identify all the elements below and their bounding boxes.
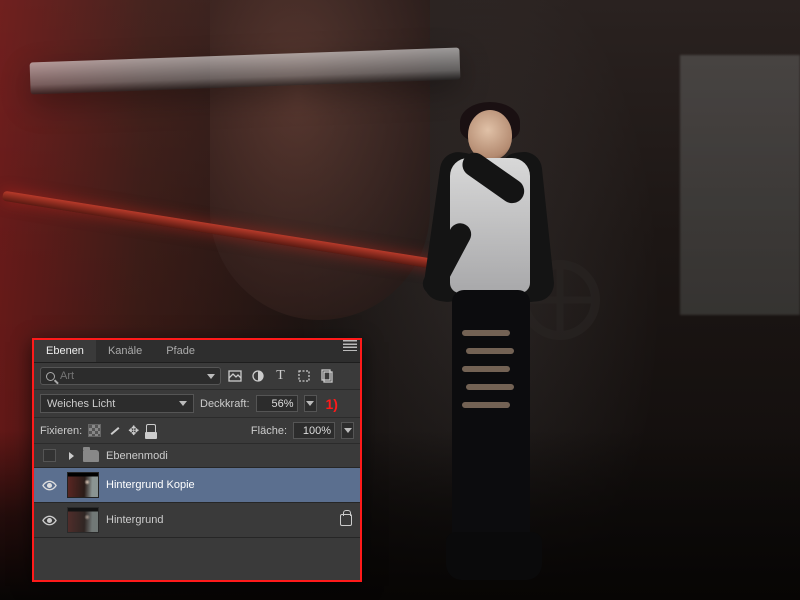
tab-paths[interactable]: Pfade [154,340,207,362]
bg-figure [410,110,580,590]
panel-menu-icon[interactable] [343,340,357,351]
shape-filter-icon[interactable] [296,369,311,384]
lock-transparent-icon[interactable] [88,424,101,437]
chevron-down-icon[interactable] [207,374,215,379]
opacity-input[interactable] [256,395,298,412]
layer-row[interactable]: Hintergrund Kopie [34,468,360,503]
layer-name[interactable]: Hintergrund [106,514,163,526]
layer-filter-search[interactable] [40,367,221,385]
layer-name[interactable]: Ebenenmodi [106,450,168,462]
layer-name[interactable]: Hintergrund Kopie [106,479,195,491]
panel-tabs: Ebenen Kanäle Pfade [34,340,360,363]
lock-position-icon[interactable]: ✥ [128,423,139,439]
visibility-toggle[interactable] [38,513,60,528]
lock-pixels-icon[interactable] [108,424,121,437]
fill-label: Fläche: [251,425,287,437]
chevron-down-icon [179,401,187,406]
lock-label: Fixieren: [40,425,82,437]
opacity-label: Deckkraft: [200,398,250,410]
smart-filter-icon[interactable] [319,369,334,384]
annotation-marker: 1) [326,396,338,412]
image-filter-icon[interactable] [227,369,242,384]
layers-list: Ebenenmodi Hintergrund Kopie Hintergrund [34,444,360,538]
adjust-filter-icon[interactable] [250,369,265,384]
blend-mode-value: Weiches Licht [47,398,115,410]
visibility-toggle[interactable] [38,449,60,462]
fill-slider-toggle[interactable] [341,422,354,439]
tab-channels[interactable]: Kanäle [96,340,154,362]
disclosure-triangle-icon[interactable] [69,452,74,460]
folder-icon [83,450,99,462]
lock-icon [340,514,352,526]
layer-row[interactable]: Hintergrund [34,503,360,538]
opacity-slider-toggle[interactable] [304,395,317,412]
blend-mode-select[interactable]: Weiches Licht [40,394,194,413]
layer-thumbnail[interactable] [67,472,99,498]
fill-input[interactable] [293,422,335,439]
layer-filter-input[interactable] [60,370,202,382]
filter-icon-bar: T [227,369,334,384]
lock-all-icon[interactable] [146,424,156,434]
text-filter-icon[interactable]: T [273,369,288,384]
layer-group-row[interactable]: Ebenenmodi [34,444,360,468]
search-icon [46,372,55,381]
layers-panel: Ebenen Kanäle Pfade T Weiches Licht [32,338,362,582]
visibility-toggle[interactable] [38,478,60,493]
tab-layers[interactable]: Ebenen [34,340,96,362]
bg-window [680,55,800,315]
layer-thumbnail[interactable] [67,507,99,533]
